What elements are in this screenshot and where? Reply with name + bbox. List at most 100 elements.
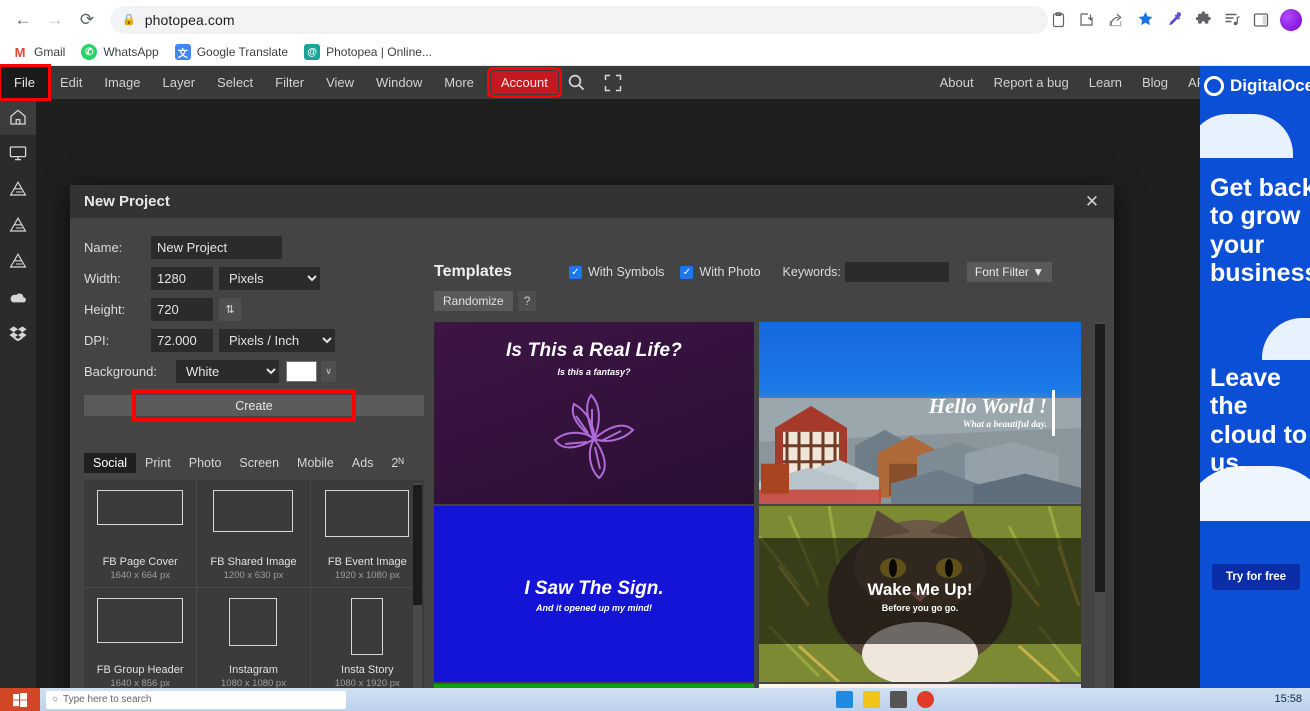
tab-print[interactable]: Print [136, 453, 180, 473]
with-photo-checkbox[interactable]: ✓ With Photo [680, 265, 761, 279]
keywords-input[interactable] [844, 262, 949, 282]
taskbar-search-input[interactable]: ○ Type here to search [46, 690, 346, 709]
background-color-swatch[interactable] [286, 361, 317, 382]
menu-view[interactable]: View [315, 66, 365, 99]
dialog-title: New Project [84, 193, 170, 210]
tab-mobile[interactable]: Mobile [288, 453, 343, 473]
template-preview: I Saw The Sign. And it opened up my mind… [434, 506, 754, 682]
reading-list-icon[interactable] [1222, 10, 1242, 30]
dpi-input[interactable] [151, 329, 213, 352]
profile-avatar[interactable] [1280, 8, 1302, 31]
preset-size: 1200 x 630 px [223, 570, 284, 581]
preset-name: FB Group Header [96, 664, 184, 676]
link-learn[interactable]: Learn [1080, 75, 1131, 90]
sidebar-item-onedrive[interactable] [0, 279, 36, 315]
sidebar-item-home[interactable] [0, 99, 36, 135]
address-bar[interactable]: 🔒 photopea.com [110, 5, 1048, 34]
preset-item[interactable]: Instagram 1080 x 1080 px [197, 588, 311, 696]
link-report-a-bug[interactable]: Report a bug [985, 75, 1078, 90]
menu-select[interactable]: Select [206, 66, 264, 99]
template-card[interactable]: I Saw The Sign. And it opened up my mind… [434, 506, 754, 682]
reload-icon[interactable]: ⟳ [72, 5, 102, 35]
menu-layer[interactable]: Layer [152, 66, 207, 99]
width-unit-select[interactable]: Pixels [219, 267, 320, 290]
templates-gallery[interactable]: Is This a Real Life? Is this a fantasy? [434, 322, 1082, 707]
eyedropper-icon[interactable] [1164, 10, 1184, 30]
menu-file[interactable]: File [0, 64, 51, 101]
sidebar-item-google-drive-2[interactable] [0, 207, 36, 243]
search-icon[interactable] [558, 66, 595, 99]
menu-edit[interactable]: Edit [49, 66, 93, 99]
help-button[interactable]: ? [517, 291, 537, 311]
bookmark-star-icon[interactable] [1135, 10, 1155, 30]
preset-item[interactable]: FB Page Cover 1640 x 664 px [84, 480, 198, 588]
template-card[interactable]: Is This a Real Life? Is this a fantasy? [434, 322, 754, 504]
background-select[interactable]: White [176, 360, 279, 383]
with-symbols-label: With Symbols [588, 265, 665, 279]
chevron-down-icon[interactable]: ∨ [321, 361, 336, 382]
background-row: Background: White ∨ [84, 356, 424, 387]
taskbar-app-icon[interactable] [836, 691, 853, 708]
back-arrow-icon[interactable]: ← [8, 5, 38, 35]
link-about[interactable]: About [931, 75, 983, 90]
menu-image[interactable]: Image [93, 66, 151, 99]
create-button[interactable]: Create [84, 395, 424, 416]
sidebar-item-dropbox[interactable] [0, 315, 36, 351]
templates-scrollbar-thumb[interactable] [1095, 324, 1105, 592]
preset-item[interactable]: FB Event Image 1920 x 1080 px [310, 480, 424, 588]
height-input[interactable] [151, 298, 213, 321]
templates-header: Templates ✓ With Symbols ✓ With Photo Ke… [434, 262, 1094, 282]
name-input[interactable] [151, 236, 282, 259]
side-panel-icon[interactable] [1251, 10, 1271, 30]
width-input[interactable] [151, 267, 213, 290]
extensions-puzzle-icon[interactable] [1193, 10, 1213, 30]
forward-arrow-icon[interactable]: → [40, 5, 70, 35]
bookmark-whatsapp[interactable]: ✆ WhatsApp [81, 44, 159, 60]
sidebar-item-google-drive-3[interactable] [0, 243, 36, 279]
clipboard-icon[interactable] [1048, 10, 1068, 30]
preset-scrollbar-track[interactable] [413, 483, 422, 707]
menu-filter[interactable]: Filter [264, 66, 315, 99]
templates-scrollbar-track[interactable] [1095, 322, 1105, 707]
preset-thumbnail [213, 490, 294, 532]
fullscreen-icon[interactable] [595, 66, 631, 99]
ad-cta-button[interactable]: Try for free [1212, 564, 1301, 590]
tab-social[interactable]: Social [84, 453, 137, 473]
taskbar-app-icon[interactable] [863, 691, 880, 708]
preset-list[interactable]: FB Page Cover 1640 x 664 px FB Shared Im… [84, 480, 424, 710]
bookmark-gmail[interactable]: M Gmail [12, 44, 65, 60]
sidebar-item-computer[interactable] [0, 135, 36, 171]
template-title: Is This a Real Life? [505, 340, 683, 361]
swap-dimensions-icon[interactable]: ⇅ [219, 298, 241, 321]
taskbar-clock[interactable]: 15:58 [1274, 694, 1310, 705]
preset-item[interactable]: FB Shared Image 1200 x 630 px [197, 480, 311, 588]
install-icon[interactable] [1077, 10, 1097, 30]
tab-ads[interactable]: Ads [343, 453, 383, 473]
bookmark-photopea[interactable]: @ Photopea | Online... [304, 44, 432, 60]
advertisement-banner[interactable]: DigitalOcean Get back to grow your busin… [1200, 66, 1310, 688]
font-filter-button[interactable]: Font Filter ▼ [966, 262, 1053, 282]
bookmark-google-translate[interactable]: 文 Google Translate [174, 44, 288, 60]
start-icon[interactable] [0, 688, 40, 711]
template-card[interactable]: Hello World ! What a beautiful day. [759, 322, 1081, 504]
sidebar-item-google-drive-1[interactable] [0, 171, 36, 207]
tab-2n[interactable]: 2ᴺ [382, 453, 412, 473]
menu-more[interactable]: More [433, 66, 485, 99]
tab-screen[interactable]: Screen [230, 453, 288, 473]
preset-scrollbar-thumb[interactable] [413, 485, 422, 605]
menu-window[interactable]: Window [365, 66, 433, 99]
close-icon[interactable]: ✕ [1080, 190, 1104, 214]
template-card[interactable]: Wake Me Up! Before you go go. [759, 506, 1081, 682]
checkbox-checked-icon: ✓ [680, 265, 694, 279]
preset-item[interactable]: FB Group Header 1640 x 856 px [84, 588, 198, 696]
taskbar-app-icon[interactable] [917, 691, 934, 708]
taskbar-app-icon[interactable] [890, 691, 907, 708]
tab-photo[interactable]: Photo [180, 453, 231, 473]
account-button[interactable]: Account [486, 67, 562, 98]
preset-item[interactable]: Insta Story 1080 x 1920 px [310, 588, 424, 696]
with-symbols-checkbox[interactable]: ✓ With Symbols [569, 265, 664, 279]
link-blog[interactable]: Blog [1133, 75, 1177, 90]
dpi-unit-select[interactable]: Pixels / Inch [219, 329, 335, 352]
share-icon[interactable] [1106, 10, 1126, 30]
randomize-button[interactable]: Randomize [434, 291, 513, 311]
